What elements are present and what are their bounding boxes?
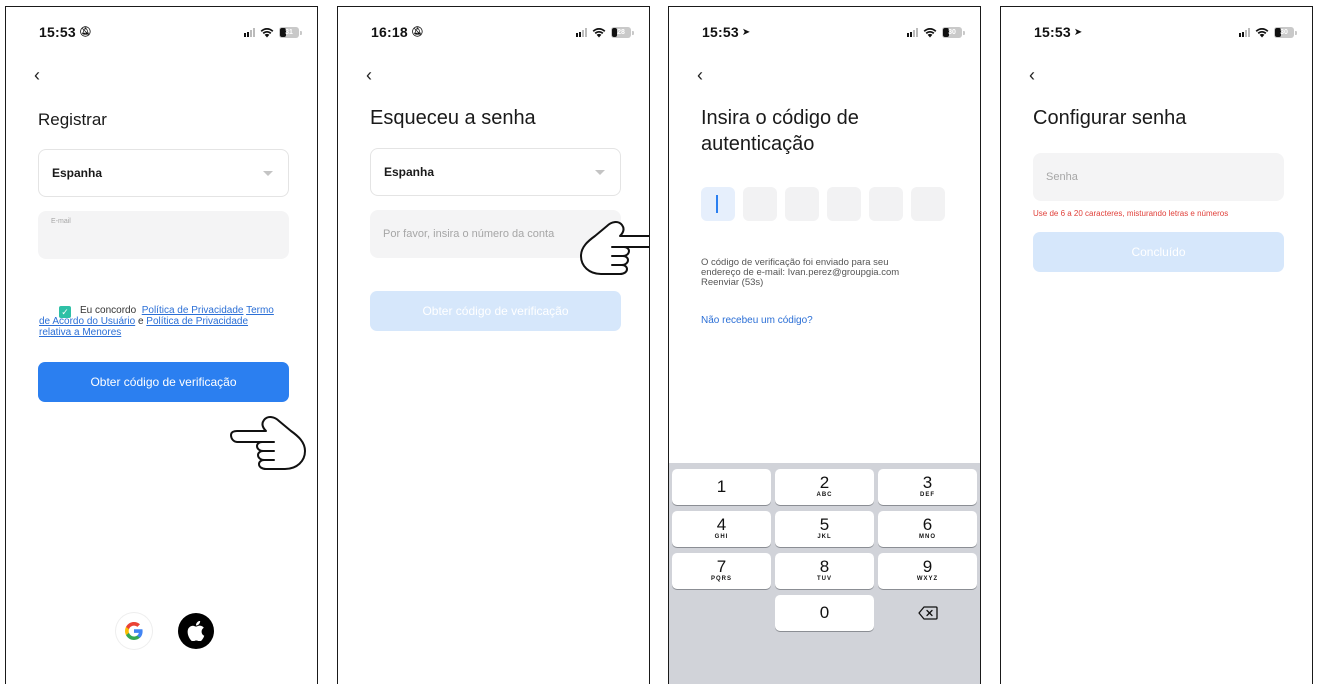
code-digit-4[interactable] (827, 187, 861, 221)
apple-icon[interactable] (178, 613, 214, 649)
resend-countdown: Reenviar (53s) (701, 277, 764, 288)
location-arrow-icon: ➤ (1073, 26, 1083, 38)
get-verification-code-button[interactable]: Obter código de verificação (370, 291, 621, 331)
status-bar: 15:53 ➤ 30 (1034, 23, 1297, 41)
consent-text: Eu concordo Política de Privacidade Term… (39, 305, 274, 338)
wifi-icon (1255, 27, 1269, 37)
key-6[interactable]: 6 MNO (878, 511, 977, 547)
signal-icon (576, 27, 587, 37)
pointing-hand-icon (580, 221, 649, 275)
set-password-screen: 15:53 ➤ 30 ‹ Configurar senha Senha Use d… (1000, 6, 1313, 684)
back-chevron-icon[interactable]: ‹ (697, 65, 715, 85)
silent-icon: 🔕︎ (78, 26, 92, 38)
key-0[interactable]: 0 (775, 595, 874, 631)
caret-down-icon (263, 171, 273, 176)
pointing-hand-icon (230, 416, 306, 470)
status-bar: 15:53 🔕︎ 31 (39, 23, 302, 41)
status-bar: 16:18 🔕︎ 28 (371, 23, 634, 41)
no-code-link[interactable]: Não recebeu um código? (701, 315, 813, 326)
backspace-key[interactable] (878, 595, 977, 631)
password-error: Use de 6 a 20 caracteres, misturando let… (1033, 209, 1229, 218)
caret-down-icon (595, 170, 605, 175)
country-select[interactable]: Espanha (370, 148, 621, 196)
done-button[interactable]: Concluído (1033, 232, 1284, 272)
clock: 16:18 (371, 24, 408, 40)
get-verification-code-button[interactable]: Obter código de verificação (38, 362, 289, 402)
back-chevron-icon[interactable]: ‹ (1029, 65, 1047, 85)
key-8[interactable]: 8 TUV (775, 553, 874, 589)
code-digit-1[interactable] (701, 187, 735, 221)
signal-icon (907, 27, 918, 37)
backspace-icon (917, 606, 938, 620)
google-icon[interactable] (116, 613, 152, 649)
country-value: Espanha (52, 166, 103, 180)
key-3[interactable]: 3 DEF (878, 469, 977, 505)
email-field[interactable]: E-mail (38, 211, 289, 259)
key-4[interactable]: 4 GHI (672, 511, 771, 547)
battery-icon: 28 (611, 26, 634, 38)
verification-info: O código de verificação foi enviado para… (701, 258, 946, 288)
country-value: Espanha (384, 165, 435, 179)
code-digit-6[interactable] (911, 187, 945, 221)
page-title: Insira o código de autenticação (701, 107, 859, 155)
page-title: Esqueceu a senha (370, 107, 536, 129)
key-5[interactable]: 5 JKL (775, 511, 874, 547)
email-label: E-mail (51, 218, 71, 225)
location-arrow-icon: ➤ (741, 26, 751, 38)
numeric-keypad: 1 2 ABC 3 DEF 4 GHI 5 JKL 6 MNO 7 PQRS 8 TUV 9W… (669, 463, 980, 684)
wifi-icon (592, 27, 606, 37)
silent-icon: 🔕︎ (410, 26, 424, 38)
code-digit-5[interactable] (869, 187, 903, 221)
auth-code-screen: 15:53 ➤ 30 ‹ Insira o código de autentica… (668, 6, 981, 684)
code-digit-2[interactable] (743, 187, 777, 221)
clock: 15:53 (1034, 24, 1071, 40)
page-title: Registrar (38, 110, 107, 129)
forgot-password-screen: 16:18 🔕︎ 28 ‹ Esqueceu a senha Espanha Po… (337, 6, 650, 684)
wifi-icon (260, 27, 274, 37)
register-screen: 15:53 🔕︎ 31 ‹ Registrar Espanha E-mail ✓ … (5, 6, 318, 684)
password-field[interactable]: Senha (1033, 153, 1284, 201)
signal-icon (244, 27, 255, 37)
page-title: Configurar senha (1033, 107, 1187, 129)
key-1[interactable]: 1 (672, 469, 771, 505)
back-chevron-icon[interactable]: ‹ (366, 65, 384, 85)
country-select[interactable]: Espanha (38, 149, 289, 197)
code-digit-3[interactable] (785, 187, 819, 221)
battery-icon: 30 (942, 26, 965, 38)
key-2[interactable]: 2 ABC (775, 469, 874, 505)
account-placeholder: Por favor, insira o número da conta (383, 228, 555, 240)
privacy-policy-link[interactable]: Política de Privacidade (142, 305, 244, 316)
key-7[interactable]: 7 PQRS (672, 553, 771, 589)
back-chevron-icon[interactable]: ‹ (34, 65, 52, 85)
password-placeholder: Senha (1046, 171, 1078, 183)
clock: 15:53 (39, 24, 76, 40)
wifi-icon (923, 27, 937, 37)
signal-icon (1239, 27, 1250, 37)
battery-icon: 30 (1274, 26, 1297, 38)
clock: 15:53 (702, 24, 739, 40)
battery-icon: 31 (279, 26, 302, 38)
status-bar: 15:53 ➤ 30 (702, 23, 965, 41)
key-9[interactable]: 9 WXYZ (878, 553, 977, 589)
